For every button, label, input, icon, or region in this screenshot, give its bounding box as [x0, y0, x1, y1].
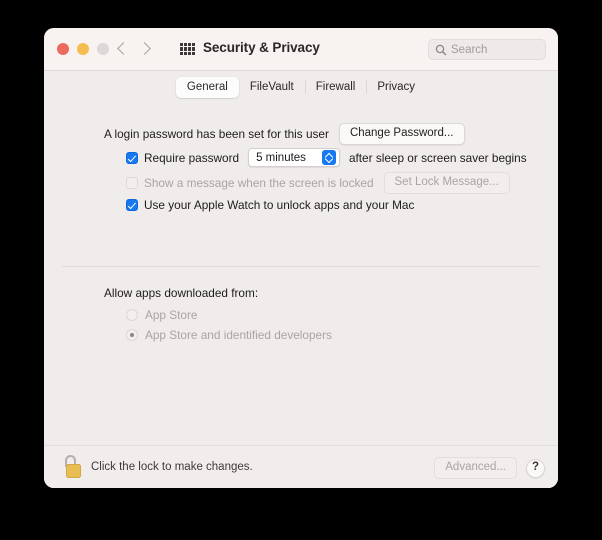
tab-filevault[interactable]: FileVault	[239, 77, 305, 98]
require-password-interval-popup[interactable]: 5 minutes	[248, 148, 340, 167]
zoom-button[interactable]	[97, 43, 109, 55]
show-lock-message-label: Show a message when the screen is locked	[144, 176, 374, 190]
allow-apps-heading: Allow apps downloaded from:	[104, 286, 259, 300]
lock-message-row: Show a message when the screen is locked…	[126, 172, 510, 194]
allow-apps-option-identified-developers[interactable]: App Store and identified developers	[126, 328, 332, 342]
tab-privacy[interactable]: Privacy	[366, 77, 426, 98]
apple-watch-label: Use your Apple Watch to unlock apps and …	[144, 198, 415, 212]
require-password-label: Require password	[144, 150, 240, 165]
identified-developers-radio[interactable]	[126, 329, 138, 341]
search-icon	[435, 44, 447, 55]
search-field[interactable]: Search	[428, 39, 546, 60]
tab-firewall[interactable]: Firewall	[304, 77, 367, 98]
password-status-label: A login password has been set for this u…	[104, 127, 329, 141]
require-password-row: Require password 5 minutes after sleep o…	[126, 148, 527, 167]
show-lock-message-checkbox[interactable]	[126, 177, 138, 189]
identified-developers-label: App Store and identified developers	[145, 328, 332, 342]
grid-icon[interactable]	[180, 43, 195, 55]
tab-general[interactable]: General	[175, 77, 239, 98]
set-lock-message-button[interactable]: Set Lock Message...	[383, 172, 510, 194]
help-button[interactable]: ?	[526, 458, 545, 478]
require-password-interval-value: 5 minutes	[256, 151, 306, 164]
app-store-label: App Store	[145, 308, 198, 322]
search-placeholder: Search	[451, 43, 488, 56]
lock-message-label: Click the lock to make changes.	[91, 461, 253, 473]
traffic-lights	[57, 43, 109, 55]
chevron-updown-icon[interactable]	[321, 150, 336, 165]
advanced-button[interactable]: Advanced...	[434, 457, 517, 479]
require-password-checkbox[interactable]	[126, 151, 138, 164]
close-button[interactable]	[57, 43, 69, 55]
require-password-suffix-label: after sleep or screen saver begins	[348, 150, 527, 165]
window-toolbar: Security & Privacy Search	[44, 28, 558, 71]
footer-buttons: Advanced... ?	[434, 457, 545, 479]
apple-watch-checkbox[interactable]	[126, 199, 138, 211]
security-privacy-window: Security & Privacy Search General FileVa…	[44, 28, 558, 488]
section-divider	[62, 266, 540, 267]
chevron-right-icon[interactable]	[140, 39, 152, 59]
desktop-background: Security & Privacy Search General FileVa…	[0, 0, 602, 540]
change-password-button[interactable]: Change Password...	[338, 123, 465, 145]
password-status-row: A login password has been set for this u…	[104, 123, 465, 145]
window-footer: Click the lock to make changes. Advanced…	[44, 445, 558, 488]
unlocked-padlock-icon[interactable]	[64, 455, 83, 479]
allow-apps-heading-row: Allow apps downloaded from:	[104, 286, 258, 300]
navigation-buttons	[115, 39, 152, 59]
chevron-left-icon[interactable]	[115, 39, 127, 59]
minimize-button[interactable]	[77, 43, 89, 55]
app-store-radio[interactable]	[126, 309, 138, 321]
allow-apps-option-app-store[interactable]: App Store	[126, 308, 197, 322]
general-pane: A login password has been set for this u…	[44, 103, 558, 488]
apple-watch-row: Use your Apple Watch to unlock apps and …	[126, 198, 414, 212]
page-title: Security & Privacy	[203, 40, 320, 55]
tab-bar: General FileVault Firewall Privacy	[44, 71, 558, 103]
